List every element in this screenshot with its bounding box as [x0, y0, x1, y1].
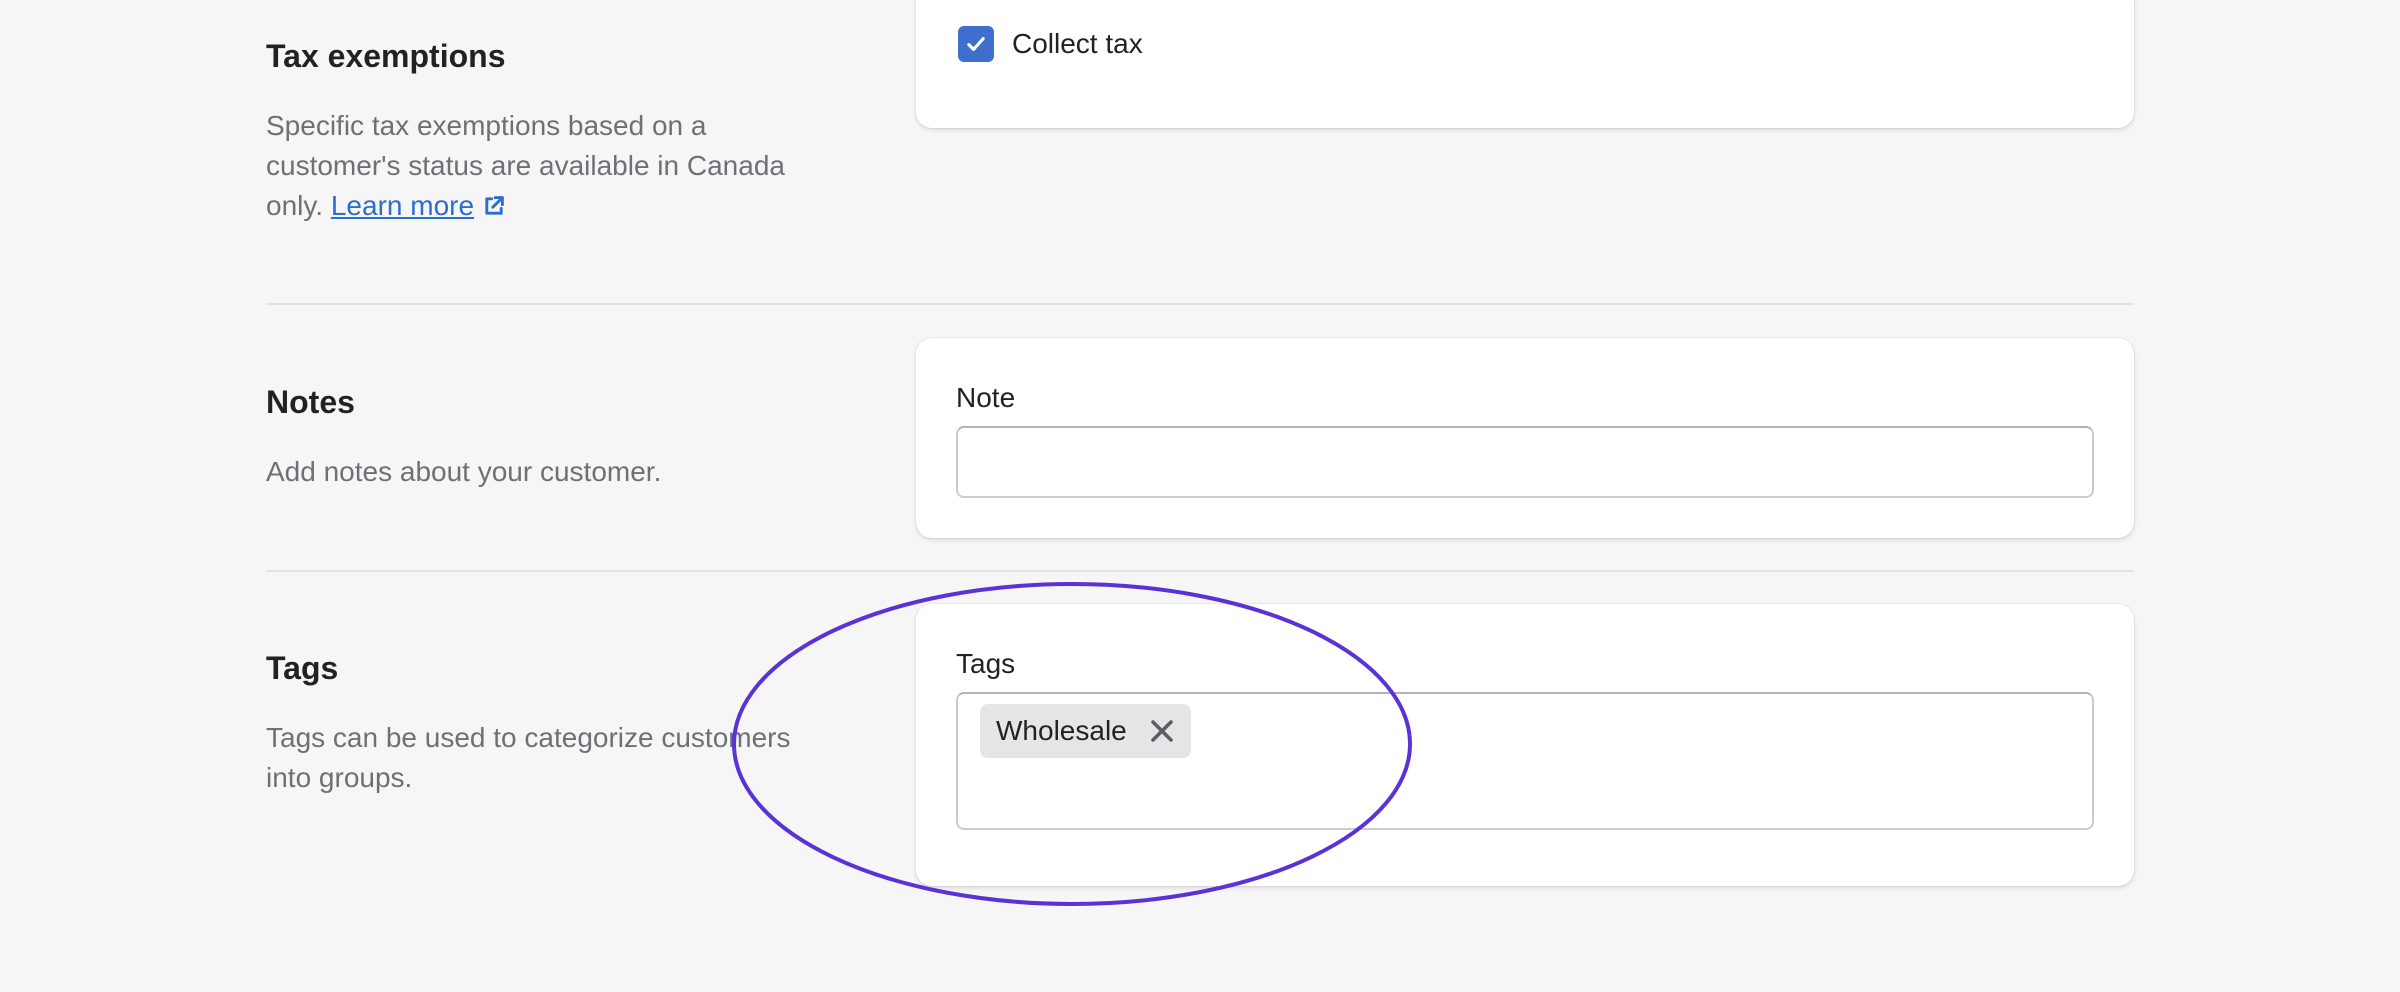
- tax-exemptions-section: Tax exemptions Specific tax exemptions b…: [266, 0, 2134, 300]
- tags-section: Tags Tags can be used to categorize cust…: [266, 604, 2134, 886]
- tags-info: Tags Tags can be used to categorize cust…: [266, 648, 826, 798]
- tag-chip-wholesale: Wholesale: [980, 704, 1191, 758]
- notes-description: Add notes about your customer.: [266, 456, 662, 487]
- section-divider-2: [266, 570, 2134, 572]
- tax-card: Collect tax: [916, 0, 2134, 128]
- note-input[interactable]: [956, 426, 2094, 498]
- notes-title: Notes: [266, 384, 355, 420]
- checkmark-icon: [967, 37, 985, 51]
- section-divider-1: [266, 303, 2134, 305]
- learn-more-label: Learn more: [330, 190, 475, 221]
- tag-chip-label: Wholesale: [996, 715, 1127, 746]
- collect-tax-label: Collect tax: [1012, 28, 1143, 59]
- note-label: Note: [956, 382, 1016, 413]
- tax-exemptions-title: Tax exemptions: [266, 38, 506, 74]
- tags-input[interactable]: Wholesale: [956, 692, 2094, 830]
- close-icon[interactable]: [1147, 716, 1177, 746]
- notes-card: Note: [916, 338, 2134, 538]
- tags-title: Tags: [266, 650, 339, 686]
- collect-tax-checkbox-row[interactable]: Collect tax: [958, 26, 1143, 62]
- tax-exemptions-description: Specific tax exemptions based on a custo…: [266, 106, 826, 229]
- tags-description: Tags can be used to categorize customers…: [266, 722, 791, 793]
- notes-section: Notes Add notes about your customer. Not…: [266, 338, 2134, 538]
- learn-more-link[interactable]: Learn more: [331, 190, 474, 221]
- tags-label: Tags: [956, 648, 1016, 679]
- external-link-icon[interactable]: [482, 189, 506, 229]
- tags-card: Tags Wholesale: [916, 604, 2134, 886]
- notes-info: Notes Add notes about your customer.: [266, 382, 826, 492]
- collect-tax-checkbox[interactable]: [958, 26, 994, 62]
- tax-exemptions-info: Tax exemptions Specific tax exemptions b…: [266, 36, 826, 229]
